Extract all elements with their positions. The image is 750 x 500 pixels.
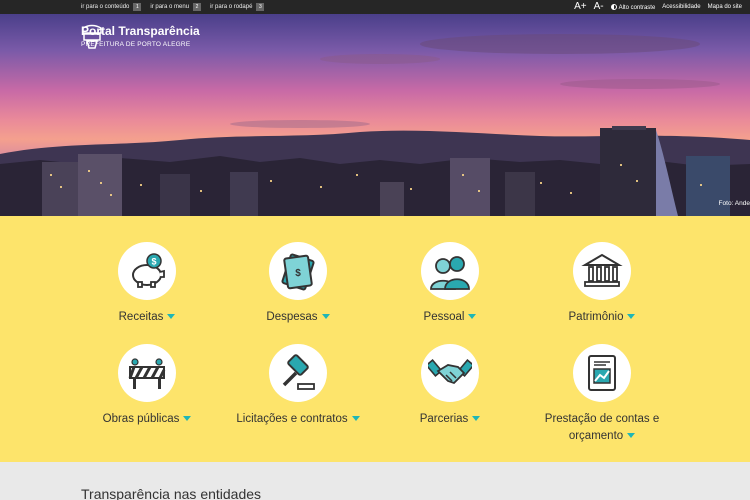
- menu-item-patrimonio[interactable]: Patrimônio: [527, 242, 677, 326]
- chevron-down-icon: [468, 314, 477, 319]
- menu-label: Licitações e contratos: [223, 411, 373, 428]
- menu-item-despesas[interactable]: $ Despesas: [223, 242, 373, 326]
- chevron-down-icon: [321, 314, 330, 319]
- menu-item-parcerias[interactable]: Parcerias: [375, 344, 525, 428]
- handshake-icon: [428, 358, 472, 385]
- report-chart-icon: [588, 355, 616, 391]
- hero-banner: Portal Transparência PREFEITURA DE PORTO…: [0, 14, 750, 216]
- menu-label: Despesas: [223, 309, 373, 326]
- accessibility-link[interactable]: Acessibilidade: [662, 4, 700, 10]
- gavel-icon: [282, 354, 315, 390]
- shortcut-key: 2: [193, 3, 202, 11]
- main-menu: $ Receitas $ Despesas Pessoal Patrimônio…: [0, 216, 750, 462]
- shortcut-key: 1: [133, 3, 142, 11]
- menu-icon-circle: $: [269, 242, 327, 300]
- city-crest-icon: [82, 24, 102, 49]
- contrast-icon: [610, 3, 617, 10]
- menu-icon-circle: [421, 344, 479, 402]
- accessibility-bar: ir para o conteúdo 1 ir para o menu 2 ir…: [0, 0, 750, 14]
- menu-icon-circle: [573, 242, 631, 300]
- skip-link-label: ir para o menu: [150, 4, 190, 10]
- menu-label: Obras públicas: [72, 411, 222, 428]
- menu-item-obras-publicas[interactable]: Obras públicas: [72, 344, 222, 428]
- menu-icon-circle: $: [118, 242, 176, 300]
- svg-text:$: $: [151, 257, 156, 267]
- menu-item-pessoal[interactable]: Pessoal: [375, 242, 525, 326]
- font-increase-button[interactable]: A+: [574, 0, 587, 14]
- menu-icon-circle: [573, 344, 631, 402]
- menu-icon-circle: [421, 242, 479, 300]
- skip-to-footer-link[interactable]: ir para o rodapé 3: [210, 3, 265, 11]
- skip-to-menu-link[interactable]: ir para o menu 2: [150, 3, 202, 11]
- menu-label: Prestação de contas e orçamento: [544, 413, 660, 442]
- section-title: Transparência nas entidades: [81, 486, 262, 500]
- menu-item-receitas[interactable]: $ Receitas: [72, 242, 222, 326]
- entities-section: Transparência nas entidades: [0, 462, 750, 500]
- skip-link-label: ir para o rodapé: [210, 4, 253, 10]
- sitemap-link[interactable]: Mapa do site: [708, 4, 742, 10]
- skip-link-label: ir para o conteúdo: [81, 4, 130, 10]
- photo-credit: Foto: Ande: [718, 200, 750, 207]
- portal-logo[interactable]: Portal Transparência PREFEITURA DE PORTO…: [81, 24, 200, 49]
- chevron-down-icon: [167, 314, 176, 319]
- svg-text:$: $: [295, 268, 301, 279]
- chevron-down-icon: [183, 416, 192, 421]
- people-icon: [430, 256, 470, 290]
- skip-links: ir para o conteúdo 1 ir para o menu 2 ir…: [81, 0, 265, 14]
- money-bills-icon: $: [281, 253, 315, 291]
- chevron-down-icon: [627, 433, 636, 438]
- menu-icon-circle: [269, 344, 327, 402]
- chevron-down-icon: [351, 416, 360, 421]
- menu-label: Receitas: [72, 309, 222, 326]
- high-contrast-label: Alto contraste: [618, 4, 656, 11]
- accessibility-tools: A+ A- Alto contraste Acessibilidade Mapa…: [574, 0, 742, 14]
- chevron-down-icon: [627, 314, 636, 319]
- building-icon: [581, 253, 623, 287]
- menu-label: Patrimônio: [527, 309, 677, 326]
- shortcut-key: 3: [256, 3, 265, 11]
- menu-item-prestacao-contas[interactable]: Prestação de contas e orçamento: [527, 344, 677, 445]
- menu-icon-circle: [118, 344, 176, 402]
- font-decrease-button[interactable]: A-: [594, 0, 604, 14]
- chevron-down-icon: [472, 416, 481, 421]
- high-contrast-button[interactable]: Alto contraste: [610, 3, 656, 11]
- menu-label: Pessoal: [375, 309, 525, 326]
- piggy-bank-icon: $: [132, 253, 165, 288]
- road-barrier-icon: [128, 358, 166, 389]
- menu-item-licitacoes-contratos[interactable]: Licitações e contratos: [223, 344, 373, 428]
- skip-to-content-link[interactable]: ir para o conteúdo 1: [81, 3, 142, 11]
- menu-label: Parcerias: [375, 411, 525, 428]
